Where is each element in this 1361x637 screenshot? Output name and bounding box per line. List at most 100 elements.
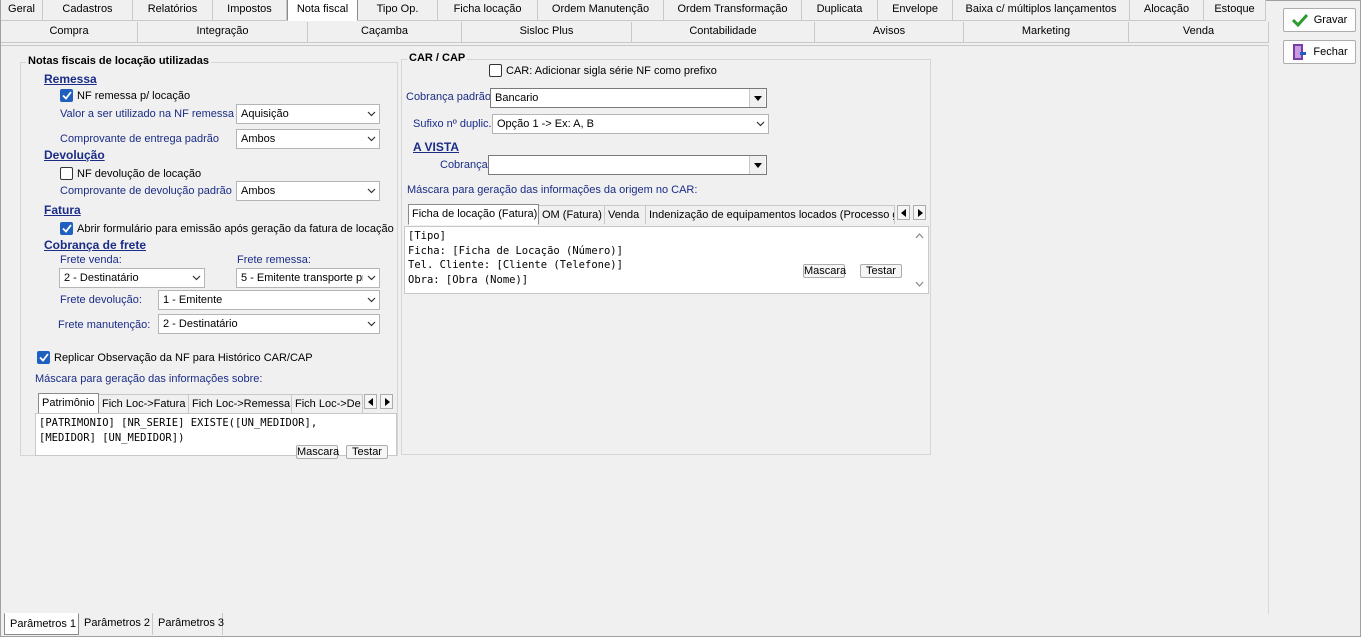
tab-tipo-op[interactable]: Tipo Op. (358, 0, 438, 21)
tab-impostos[interactable]: Impostos (213, 0, 287, 21)
tab-avisos[interactable]: Avisos (815, 22, 964, 43)
scroll-right-button[interactable] (380, 394, 393, 409)
tab-alocacao[interactable]: Alocação (1130, 0, 1204, 21)
car-prefix-checkbox[interactable]: CAR: Adicionar sigla série NF como prefi… (489, 64, 717, 77)
chevron-down-icon (363, 269, 379, 287)
frete-devolucao-label: Frete devolução: (60, 294, 142, 306)
close-button-label: Fechar (1313, 46, 1348, 58)
mascara-text-right[interactable]: [Tipo] Ficha: [Ficha de Locação (Número)… (404, 226, 929, 294)
nf-remessa-checkbox[interactable]: NF remessa p/ locação (60, 89, 190, 102)
arrow-right-icon (917, 208, 923, 217)
frete-manutencao-select[interactable]: 2 - Destinatário (158, 314, 380, 334)
cobranca-padrao-value: Bancario (495, 92, 539, 104)
tab-baixa-multiplos[interactable]: Baixa c/ múltiplos lançamentos (953, 0, 1130, 21)
comprovante-entrega-value: Ambos (241, 133, 276, 145)
mascara-tabs-left: Patrimônio Fich Loc->Fatura Fich Loc->Re… (38, 393, 363, 414)
tab-parametros-1[interactable]: Parâmetros 1 (4, 613, 79, 635)
tab-venda-mascara[interactable]: Venda (605, 205, 646, 224)
mascara-text-left[interactable]: [PATRIMONIO] [NR_SERIE] EXISTE([UN_MEDID… (35, 413, 397, 456)
chevron-down-icon (363, 315, 379, 333)
valor-nf-remessa-value: Aquisição (241, 108, 289, 120)
car-prefix-label: CAR: Adicionar sigla série NF como prefi… (506, 64, 717, 77)
comprovante-devolucao-value: Ambos (241, 185, 276, 197)
tab-om-fatura[interactable]: OM (Fatura) (539, 205, 605, 224)
testar-button-right[interactable]: Testar (860, 264, 902, 278)
sufixo-label: Sufixo nº duplic. (413, 118, 492, 130)
tab-cacamba[interactable]: Caçamba (308, 22, 462, 43)
mascara-informacoes-label: Máscara para geração das informações sob… (35, 373, 263, 385)
valor-nf-remessa-select[interactable]: Aquisição (236, 104, 380, 124)
scroll-left-button[interactable] (364, 394, 377, 409)
chevron-down-icon (363, 105, 379, 123)
tab-marketing[interactable]: Marketing (964, 22, 1129, 43)
tab-row-2: Compra Integração Caçamba Sisloc Plus Co… (1, 22, 1269, 43)
chevron-down-icon (363, 182, 379, 200)
save-button[interactable]: Gravar (1283, 8, 1356, 32)
tab-ordem-manutencao[interactable]: Ordem Manutenção (538, 0, 664, 21)
cobranca-padrao-label: Cobrança padrão (406, 91, 492, 103)
cobranca-label: Cobrança (440, 159, 488, 171)
sufixo-select[interactable]: Opção 1 -> Ex: A, B (492, 114, 769, 134)
close-button[interactable]: Fechar (1283, 40, 1356, 64)
replicar-observacao-checkbox[interactable]: Replicar Observação da NF para Histórico… (37, 351, 313, 364)
tab-estoque[interactable]: Estoque (1204, 0, 1266, 21)
tab-ordem-transformacao[interactable]: Ordem Transformação (664, 0, 802, 21)
check-icon (1291, 13, 1308, 27)
checkmark-icon (38, 353, 49, 362)
tab-cadastros[interactable]: Cadastros (43, 0, 133, 21)
tab-envelope[interactable]: Envelope (878, 0, 953, 21)
tab-patrimonio[interactable]: Patrimônio (38, 393, 99, 414)
tab-fich-loc-fatura[interactable]: Fich Loc->Fatura (99, 394, 189, 413)
tab-venda[interactable]: Venda (1129, 22, 1269, 43)
a-vista-title: A VISTA (413, 140, 460, 154)
memo-vertical-scrollbar[interactable] (912, 228, 927, 292)
tab-duplicata[interactable]: Duplicata (802, 0, 878, 21)
scroll-left-button[interactable] (897, 205, 910, 220)
nf-devolucao-checkbox-box[interactable] (60, 167, 73, 180)
tab-indenizacao[interactable]: Indenização de equipamentos locados (Pro… (646, 205, 895, 224)
mascara-button-left[interactable]: Mascara (296, 445, 339, 459)
nf-remessa-label: NF remessa p/ locação (77, 89, 191, 102)
tab-parametros-2[interactable]: Parâmetros 2 (79, 613, 153, 635)
abrir-formulario-checkbox[interactable]: Abrir formulário para emissão após geraç… (60, 222, 394, 235)
cobranca-padrao-select[interactable]: Bancario (490, 88, 767, 108)
tab-relatorios[interactable]: Relatórios (133, 0, 213, 21)
mascara-button-right[interactable]: Mascara (803, 264, 846, 278)
tab-integracao[interactable]: Integração (138, 22, 308, 43)
tab-ficha-locacao[interactable]: Ficha locação (438, 0, 538, 21)
scroll-right-button[interactable] (913, 205, 926, 220)
cobranca-select[interactable] (488, 155, 767, 175)
frete-remessa-value: 5 - Emitente transporte pró (241, 272, 363, 284)
comprovante-entrega-select[interactable]: Ambos (236, 129, 380, 149)
notas-fiscais-group-title: Notas fiscais de locação utilizadas (26, 55, 211, 67)
arrow-left-icon (900, 208, 906, 217)
chevron-down-icon (363, 130, 379, 148)
testar-button-left[interactable]: Testar (346, 445, 388, 459)
nf-devolucao-checkbox[interactable]: NF devolução de locação (60, 167, 201, 180)
sufixo-value: Opção 1 -> Ex: A, B (497, 118, 594, 130)
tab-nota-fiscal[interactable]: Nota fiscal (287, 0, 358, 21)
chevron-down-icon (752, 115, 768, 133)
frete-devolucao-select[interactable]: 1 - Emitente (158, 290, 380, 310)
tab-ficha-locacao-fatura[interactable]: Ficha de locação (Fatura) (408, 204, 539, 225)
replicar-observacao-checkbox-box[interactable] (37, 351, 50, 364)
frete-venda-select[interactable]: 2 - Destinatário (59, 268, 205, 288)
fatura-title: Fatura (44, 203, 81, 217)
comprovante-devolucao-select[interactable]: Ambos (236, 181, 380, 201)
tab-row-1: Geral Cadastros Relatórios Impostos Nota… (1, 0, 1266, 22)
car-prefix-checkbox-box[interactable] (489, 64, 502, 77)
abrir-formulario-checkbox-box[interactable] (60, 222, 73, 235)
tab-contabilidade[interactable]: Contabilidade (632, 22, 815, 43)
tab-geral[interactable]: Geral (1, 0, 43, 21)
tab-compra[interactable]: Compra (1, 22, 138, 43)
dropdown-arrow-icon (749, 89, 765, 107)
remessa-title: Remessa (44, 72, 97, 86)
tab-fich-loc-remessa[interactable]: Fich Loc->Remessa (189, 394, 292, 413)
frete-remessa-select[interactable]: 5 - Emitente transporte pró (236, 268, 380, 288)
nf-devolucao-label: NF devolução de locação (77, 167, 202, 180)
tab-sisloc-plus[interactable]: Sisloc Plus (462, 22, 632, 43)
arrow-left-icon (367, 397, 373, 406)
tab-parametros-3[interactable]: Parâmetros 3 (153, 613, 224, 635)
tab-fich-loc-devolucao[interactable]: Fich Loc->De (292, 394, 363, 413)
nf-remessa-checkbox-box[interactable] (60, 89, 73, 102)
